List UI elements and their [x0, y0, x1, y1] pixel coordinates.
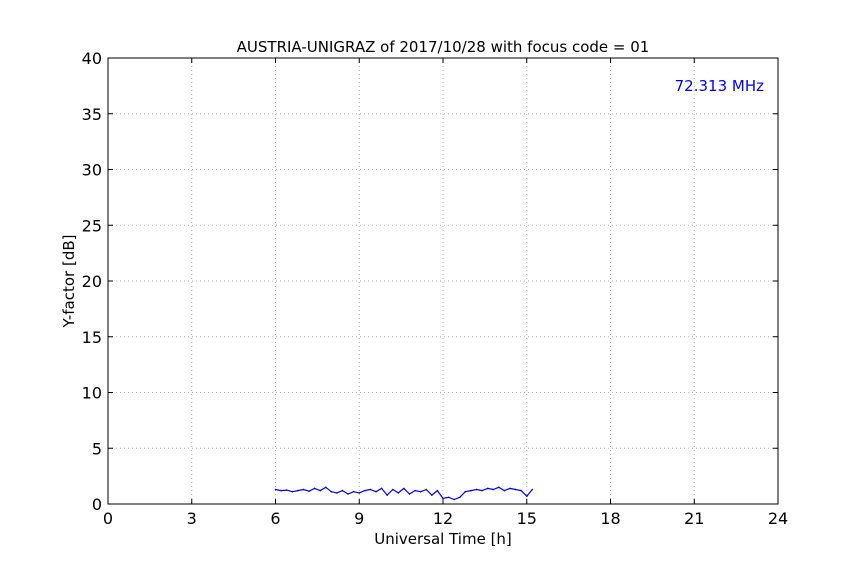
series-point [297, 489, 299, 492]
series-point [386, 494, 389, 496]
series-point [325, 486, 327, 489]
y-tick-label: 30 [82, 161, 102, 180]
series-point [358, 492, 361, 494]
series-point [419, 490, 422, 493]
y-tick-label: 40 [82, 49, 102, 68]
grid [107, 57, 779, 505]
series-point [285, 489, 288, 491]
series-point [453, 498, 456, 501]
series-layer [274, 486, 534, 501]
x-tick-label: 15 [517, 509, 537, 528]
series-point [498, 486, 500, 489]
series-point [531, 488, 534, 491]
x-tick-label: 9 [354, 509, 364, 528]
series-point [313, 487, 316, 490]
y-tick-label: 5 [92, 439, 102, 458]
x-tick-label: 6 [270, 509, 280, 528]
series-point [464, 490, 467, 493]
series-point [503, 489, 506, 492]
chart-title: AUSTRIA-UNIGRAZ of 2017/10/28 with focus… [237, 38, 650, 56]
y-tick-label: 0 [92, 495, 102, 514]
series-point [302, 488, 305, 491]
x-axis-label: Universal Time [h] [374, 530, 512, 548]
series-point [514, 488, 517, 491]
x-tick-label: 3 [187, 509, 197, 528]
series-point [459, 496, 461, 499]
series-point [397, 492, 400, 494]
y-tick-label: 10 [82, 384, 102, 403]
chart: 0 3 6 9 12 15 18 21 24 0 5 10 15 20 25 30 35 40 AUSTRIA-U… [60, 38, 789, 548]
series-point [425, 488, 428, 491]
series-point [330, 490, 333, 493]
x-tick-label: 18 [600, 509, 620, 528]
x-tick-label: 24 [768, 509, 788, 528]
series-point [291, 490, 294, 493]
x-tick-label: 12 [433, 509, 453, 528]
y-tick-label: 25 [82, 216, 102, 235]
series-point [352, 490, 355, 493]
frequency-annotation: 72.313 MHz [675, 77, 764, 95]
series-point [364, 489, 366, 492]
y-tick-label: 15 [82, 328, 102, 347]
series-point [341, 489, 344, 492]
series-point [408, 493, 411, 495]
series-point [319, 489, 322, 492]
series-point [442, 497, 444, 500]
series-point [375, 490, 377, 493]
series-point [486, 487, 489, 490]
series-point [431, 494, 433, 496]
series-point [369, 488, 372, 491]
series-point [336, 492, 338, 494]
series-point [509, 487, 511, 490]
x-tick-label: 0 [103, 509, 113, 528]
y-tick-label: 35 [82, 105, 102, 124]
series-point [492, 488, 495, 491]
series-point [347, 493, 349, 495]
series-point [475, 488, 478, 491]
series-point [470, 489, 472, 492]
ticks: 0 3 6 9 12 15 18 21 24 0 5 10 15 20 25 30 35 40 [82, 49, 789, 528]
y-axis-label: Y-factor [dB] [60, 234, 78, 328]
series-point [274, 488, 277, 491]
series-point [526, 495, 528, 498]
series-point [436, 489, 439, 492]
series-point [280, 489, 282, 492]
series-point [414, 489, 416, 492]
series-point [403, 487, 405, 490]
series-point [481, 489, 483, 492]
series-point [447, 496, 450, 499]
series-point [308, 490, 310, 493]
series-point [520, 489, 522, 492]
series-point [392, 488, 394, 491]
series-point [380, 487, 383, 490]
y-tick-label: 20 [82, 272, 102, 291]
x-tick-label: 21 [684, 509, 704, 528]
